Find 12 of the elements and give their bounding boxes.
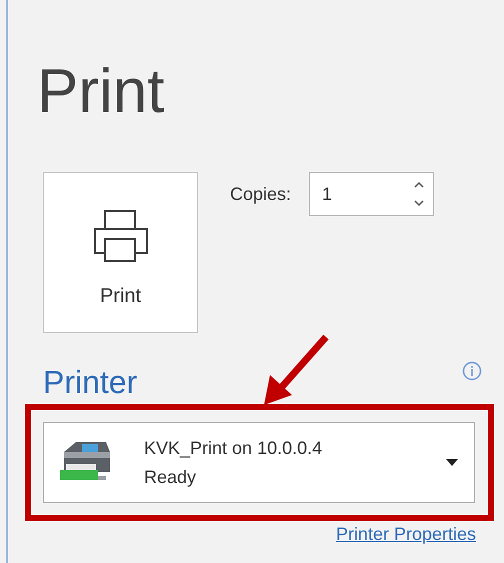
- printer-status: Ready: [144, 466, 198, 488]
- copies-label: Copies:: [230, 184, 292, 204]
- printer-name: KVK_Print on 10.0.0.4: [144, 438, 324, 458]
- printer-dropdown[interactable]: KVK_Print on 10.0.0.4 Ready: [43, 422, 475, 503]
- printer-heading: Printer: [43, 364, 138, 401]
- copies-field[interactable]: 1: [309, 172, 434, 216]
- dropdown-caret-icon: [446, 459, 458, 466]
- info-icon[interactable]: [462, 361, 482, 381]
- page-title: Print: [37, 56, 164, 128]
- printer-properties-link[interactable]: Printer Properties: [336, 524, 476, 545]
- spinner-arrows-icon[interactable]: [413, 179, 426, 209]
- print-button[interactable]: Print: [43, 172, 198, 333]
